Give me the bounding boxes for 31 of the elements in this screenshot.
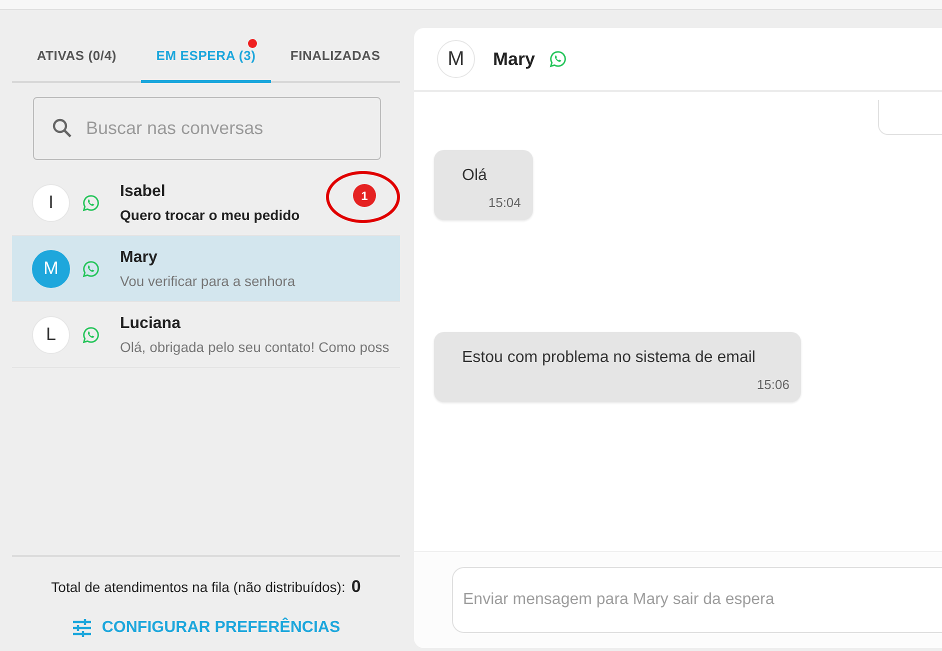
tab[interactable]: ATIVAS (0/4)	[12, 30, 142, 83]
message-time: 15:04	[488, 195, 521, 210]
search-icon	[50, 116, 74, 140]
whatsapp-icon	[82, 260, 100, 278]
whatsapp-icon	[82, 326, 100, 344]
message-input[interactable]: Enviar mensagem para Mary sair da espera	[452, 567, 942, 633]
queue-label: Total de atendimentos na fila (não distribuídos):	[51, 579, 346, 595]
contact-name: Mary	[493, 48, 536, 70]
unread-count: 1	[353, 184, 376, 207]
tab[interactable]: FINALIZADAS	[270, 30, 400, 83]
contact-name: Mary	[120, 248, 158, 266]
message-preview: Olá, obrigada pelo seu contato! Como poss	[120, 338, 390, 354]
search-field[interactable]: Buscar nas conversas	[33, 97, 381, 160]
avatar: L	[32, 316, 70, 354]
whatsapp-icon	[82, 194, 100, 212]
message-text: Estou com problema no sistema de email	[462, 349, 756, 367]
sliders-icon	[72, 619, 92, 637]
avatar: M	[32, 250, 70, 288]
avatar: M	[437, 40, 475, 78]
conversation-item[interactable]: L Luciana Olá, obrigada pelo seu contato! Como poss	[12, 302, 400, 368]
message-preview: Vou verificar para a senhora	[120, 272, 296, 288]
whatsapp-icon	[549, 50, 568, 68]
avatar: I	[32, 184, 70, 222]
contact-name: Isabel	[120, 182, 166, 200]
message-time: 15:06	[756, 377, 790, 392]
queue-count: 0	[351, 577, 361, 597]
message-preview: Quero trocar o meu pedido	[120, 206, 300, 222]
message-bubble	[878, 100, 942, 135]
contact-name: Luciana	[120, 314, 182, 332]
conversation-item[interactable]: M Mary Vou verificar para a senhora	[12, 236, 400, 302]
message-text: Olá	[462, 167, 488, 185]
